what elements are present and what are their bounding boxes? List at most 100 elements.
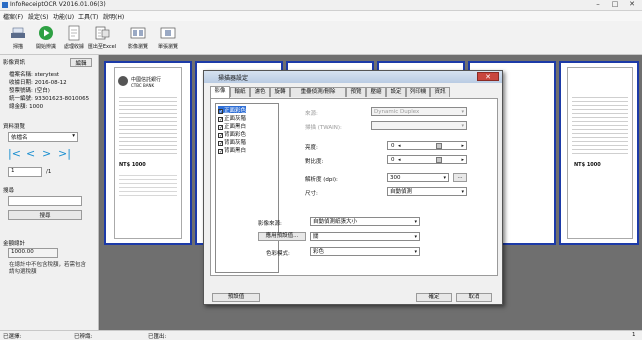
receipt-process-icon	[68, 25, 80, 41]
color-mode-select[interactable]: 彩色 ▾	[310, 247, 420, 256]
chevron-down-icon: ▾	[414, 234, 417, 240]
tab-settings[interactable]: 設定	[386, 87, 406, 97]
list-item-back-bw[interactable]: ✓背面黑白	[218, 146, 246, 155]
scan-mode-label: 掃描 (TWAIN):	[305, 125, 342, 131]
menu-file[interactable]: 檔案(F)	[3, 12, 23, 21]
image-view-button[interactable]: 影像瀏覽	[122, 24, 154, 52]
image-source-select[interactable]: 自動偵測紙張大小 ▾	[310, 217, 420, 226]
single-view-button[interactable]: 單張瀏覽	[152, 24, 184, 52]
play-icon	[39, 26, 53, 40]
list-item-front-gray[interactable]: ✓正面灰階	[218, 114, 246, 123]
tab-rotate[interactable]: 旋轉	[270, 87, 290, 97]
status-count: 1	[632, 332, 636, 338]
list-item-back-color[interactable]: ✓背面彩色	[218, 130, 246, 139]
receipt-total: NT$ 1000	[119, 162, 146, 168]
chevron-down-icon: ▾	[461, 123, 464, 129]
chevron-down-icon: ▾	[72, 133, 75, 139]
chevron-down-icon: ▾	[414, 219, 417, 225]
status-exported: 已匯出:	[148, 334, 167, 340]
search-input[interactable]	[8, 196, 82, 206]
browse-select[interactable]: 依檔名 ▾	[8, 132, 78, 142]
first-page-icon[interactable]: |<	[8, 147, 21, 160]
menu-functions[interactable]: 功能(U)	[53, 12, 74, 21]
dialog-title: 掃描器設定	[218, 75, 249, 82]
excel-export-icon	[95, 26, 110, 40]
chevron-down-icon: ▾	[414, 249, 417, 255]
receipt-image-6: NT$ 1000	[567, 67, 633, 239]
image-view-icon	[130, 27, 146, 39]
page-number-input[interactable]: 1	[8, 167, 42, 177]
browse-title: 資料瀏覽	[3, 124, 26, 130]
edit-button[interactable]: 編輯	[70, 58, 92, 67]
status-selected: 已選擇:	[3, 334, 22, 340]
status-recognized: 已辨識:	[74, 334, 93, 340]
total-amount-field: 1000.00	[8, 248, 58, 258]
dialog-close-button[interactable]: ✕	[477, 72, 499, 81]
contrast-slider[interactable]: 0 ◂ ▸	[387, 155, 467, 164]
receipt-total-6: NT$ 1000	[574, 162, 601, 168]
chevron-down-icon: ▾	[443, 175, 446, 181]
bank-logo-icon	[118, 76, 128, 86]
menu-help[interactable]: 說明(H)	[103, 12, 124, 21]
list-item-front-color[interactable]: ✓正面彩色	[218, 106, 247, 115]
list-item-front-bw[interactable]: ✓正面黑白	[218, 122, 246, 131]
tab-image[interactable]: 影像	[210, 86, 230, 98]
scanner-settings-dialog: 掃描器設定 ✕ 影像 輸紙 濾色 旋轉 重疊偵測/刪除 預覽 壓縮 設定 列印機…	[203, 70, 503, 305]
tab-overlap[interactable]: 重疊偵測/刪除	[290, 87, 346, 97]
chevron-down-icon: ▾	[461, 189, 464, 195]
slider-thumb[interactable]	[436, 143, 442, 149]
slider-thumb[interactable]	[436, 157, 442, 163]
menu-tools[interactable]: 工具(T)	[78, 12, 98, 21]
minimize-button[interactable]: –	[590, 0, 606, 10]
tab-color-filter[interactable]: 濾色	[250, 87, 270, 97]
receipt-thumbnail-6[interactable]: NT$ 1000	[559, 61, 639, 245]
menu-settings[interactable]: 設定(S)	[28, 12, 49, 21]
image-type-list: ✓正面彩色 ✓正面灰階 ✓正面黑白 ✓背面彩色 ✓背面灰階 ✓背面黑白	[215, 103, 279, 273]
paper-size-select[interactable]: 自動偵測 ▾	[387, 187, 467, 196]
brightness-slider[interactable]: 0 ◂ ▸	[387, 141, 467, 150]
title-bar: InfoReceiptOCR V2016.01.06(3) – □ ✕	[0, 0, 642, 11]
amount-text: 總金額: 1000	[9, 104, 44, 110]
window-title: InfoReceiptOCR V2016.01.06(3)	[10, 1, 106, 8]
list-item-back-gray[interactable]: ✓背面灰階	[218, 138, 246, 147]
paper-size-label: 尺寸:	[305, 191, 318, 197]
dialog-title-bar: 掃描器設定 ✕	[204, 71, 502, 83]
ok-button[interactable]: 確定	[416, 293, 452, 302]
receipt-bank-name: 中國信託銀行	[131, 77, 162, 83]
receipt-thumbnail-1[interactable]: 中國信託銀行 CTBC BANK NT$ 1000	[104, 61, 192, 245]
receipt-lines-6	[572, 94, 628, 154]
next-page-icon[interactable]: >	[42, 147, 51, 160]
close-window-button[interactable]: ✕	[624, 0, 640, 10]
tab-preview[interactable]: 預覽	[346, 87, 366, 97]
search-button[interactable]: 搜尋	[8, 210, 82, 220]
left-panel: 影像資訊 編輯 檔案名稱: sterytest 收據日期: 2016-08-12…	[0, 55, 99, 330]
tab-compress[interactable]: 壓縮	[366, 87, 386, 97]
total-amount-title: 金額總計	[3, 241, 26, 247]
navigation-controls: |< < > >|	[8, 147, 88, 161]
maximize-button[interactable]: □	[607, 0, 623, 10]
export-excel-button[interactable]: 匯出至Excel	[86, 24, 118, 52]
color-mode-label: 色彩模式:	[266, 251, 290, 257]
receipt-footer-lines	[119, 172, 177, 196]
tab-info[interactable]: 資訊	[430, 87, 450, 97]
resolution-select[interactable]: 300 ▾	[387, 173, 449, 182]
resolution-more-button[interactable]: ...	[453, 173, 467, 182]
receipt-image: 中國信託銀行 CTBC BANK NT$ 1000	[114, 67, 182, 239]
tab-paper[interactable]: 輸紙	[230, 87, 250, 97]
menu-bar: 檔案(F) 設定(S) 功能(U) 工具(T) 說明(H)	[0, 11, 642, 21]
page-total-text: /1	[46, 169, 52, 175]
previous-page-icon[interactable]: <	[26, 147, 35, 160]
invoice-number-text: 發票號碼: (空白)	[9, 88, 50, 94]
image-source-label: 影像來源:	[258, 221, 282, 227]
cancel-button[interactable]: 取消	[456, 293, 492, 302]
tab-printer[interactable]: 列印機	[406, 87, 430, 97]
default-button[interactable]: 預設值	[212, 293, 260, 302]
image-info-title: 影像資訊	[3, 60, 26, 66]
receipt-date-text: 收據日期: 2016-08-12	[9, 80, 67, 86]
defaults-select[interactable]: 關 ▾	[310, 232, 420, 241]
receipt-bank-en: CTBC BANK	[131, 83, 155, 88]
file-name-text: 檔案名稱: sterytest	[9, 72, 60, 78]
apply-defaults-button[interactable]: 應用預設值...	[258, 232, 306, 241]
toolbar: 掃描 開始辨識 處理收據 匯出至Excel 影像瀏覽 單張瀏覽	[0, 21, 642, 55]
last-page-icon[interactable]: >|	[58, 147, 71, 160]
